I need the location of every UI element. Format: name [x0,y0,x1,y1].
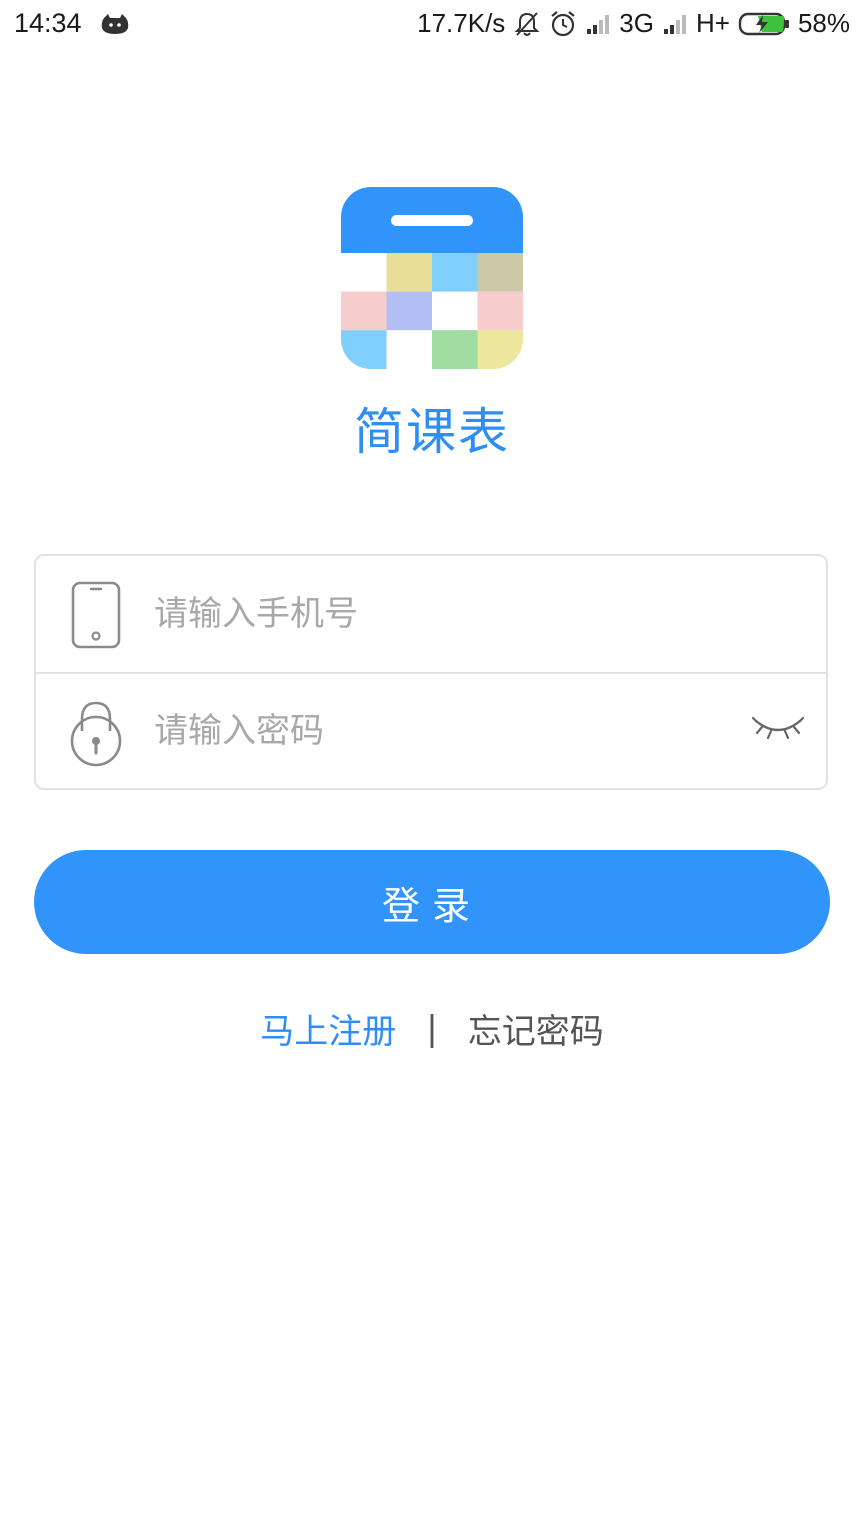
alarm-icon [551,10,575,36]
network-hplus: H+ [695,8,730,38]
link-separator: | [426,1008,438,1049]
phone-icon [71,581,121,649]
login-form [34,554,828,790]
password-input[interactable] [154,701,714,761]
password-row [36,673,826,790]
login-button[interactable]: 登录 [34,850,830,954]
status-right: 17.7K/s 3G H+ 58% [417,8,850,39]
register-link[interactable]: 马上注册 [260,1004,396,1053]
battery-charging-icon [738,12,789,35]
app-name: 简课表 [354,403,510,461]
forgot-password-link[interactable]: 忘记密码 [468,1004,604,1053]
battery-percent: 58% [797,8,850,38]
calendar-grid-icon [341,187,523,369]
lock-icon [70,701,122,767]
status-bar: 14:34 17.7K/s 3G H+ 58% [0,0,864,50]
signal-icon [663,14,686,34]
phone-input[interactable] [154,584,714,644]
status-time: 14:34 [14,8,82,38]
phone-row [36,556,826,673]
android-cat-icon [101,14,129,34]
login-screen: 14:34 17.7K/s 3G H+ 58% 简课表 请输入手机号 登录 马上… [0,0,864,1536]
network-3g: 3G [619,8,654,38]
eye-closed-icon[interactable] [752,713,804,743]
mute-bell-icon [514,11,540,36]
auth-links: 马上注册 | 忘记密码 [0,1004,864,1053]
signal-icon [587,14,610,34]
network-speed: 17.7K/s [417,8,506,38]
